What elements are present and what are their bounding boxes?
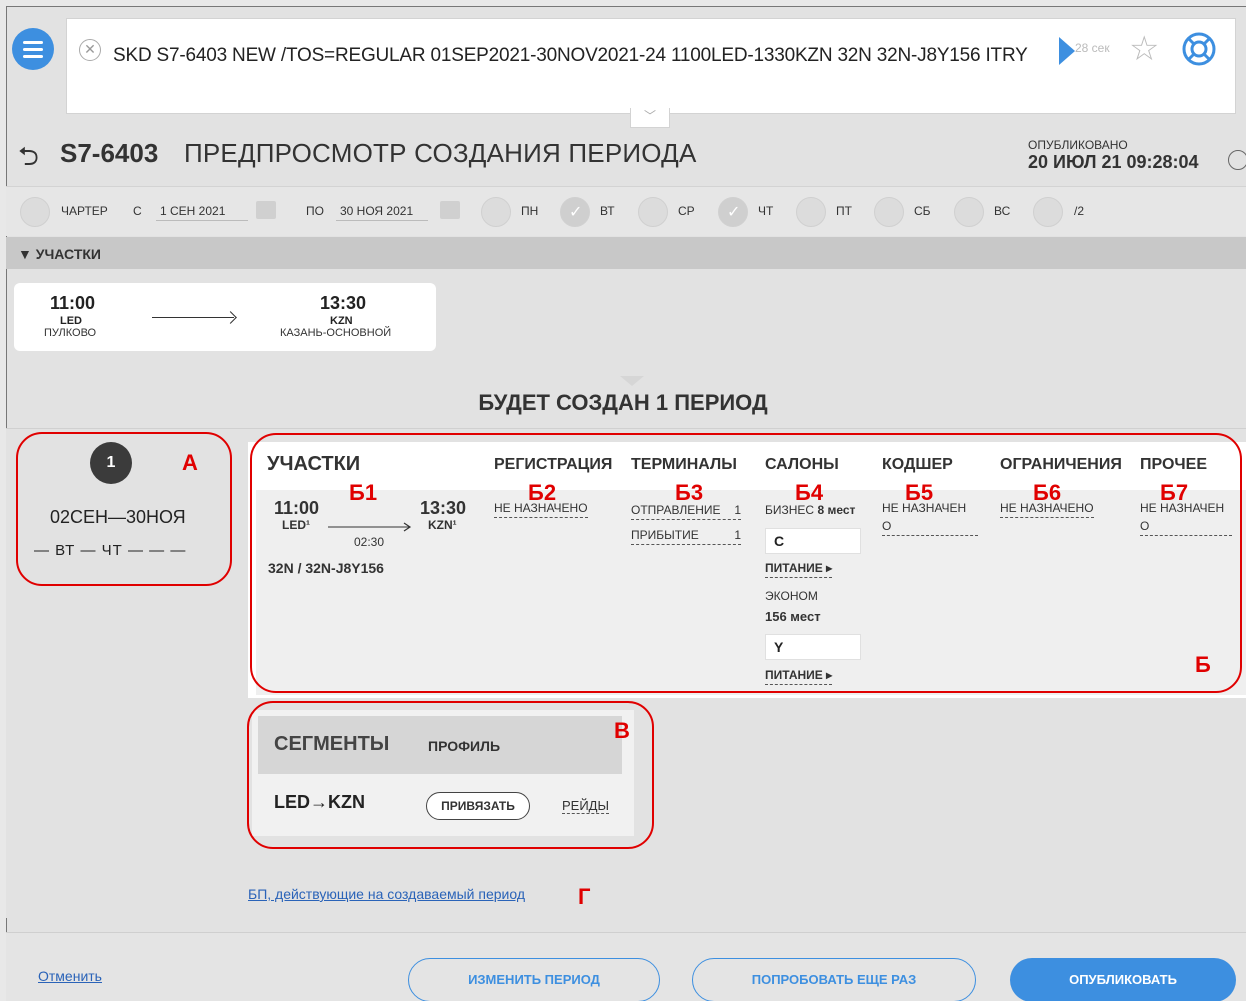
biweekly-label: /2 — [1074, 204, 1085, 218]
bp-link[interactable]: БП, действующие на создаваемый период — [248, 886, 525, 902]
arrow-right-icon — [152, 317, 234, 318]
to-date-field[interactable]: 30 НОЯ 2021 — [336, 204, 428, 221]
annotation-label-v: В — [614, 718, 630, 743]
leg-card[interactable]: 11:00 LED ПУЛКОВО 13:30 KZN КАЗАНЬ-ОСНОВ… — [14, 283, 436, 351]
publish-button[interactable]: ОПУБЛИКОВАТЬ — [1010, 958, 1236, 1001]
annotation-label-b1: Б1 — [349, 480, 378, 505]
period-filters: ЧАРТЕР С 1 СЕН 2021 ПО 30 НОЯ 2021 ПН ВТ… — [6, 186, 1246, 236]
annotation-label-b4: Б4 — [795, 480, 824, 505]
biweekly-checkbox[interactable] — [1033, 197, 1063, 227]
day-label-sun: ВС — [994, 204, 1011, 218]
clear-icon[interactable]: ✕ — [79, 39, 101, 61]
arrival-airport: КАЗАНЬ-ОСНОВНОЙ — [280, 327, 392, 339]
timer-text: 28 сек — [1075, 41, 1110, 55]
will-create-heading: БУДЕТ СОЗДАН 1 ПЕРИОД — [478, 390, 768, 415]
arrival-code: KZN — [330, 315, 353, 327]
menu-button[interactable] — [12, 28, 54, 70]
cancel-link[interactable]: Отменить — [38, 968, 102, 984]
day-checkbox-sun[interactable] — [954, 197, 984, 227]
from-date-field[interactable]: 1 СЕН 2021 — [156, 204, 248, 221]
published-label: ОПУБЛИКОВАНО — [1028, 138, 1128, 152]
annotation-label-b2: Б2 — [528, 480, 557, 505]
history-icon[interactable] — [1228, 150, 1246, 170]
annotation-label-b: Б — [1195, 652, 1211, 677]
day-checkbox-tue[interactable] — [560, 197, 590, 227]
day-checkbox-mon[interactable] — [481, 197, 511, 227]
calendar-icon[interactable] — [256, 201, 276, 219]
lifebuoy-icon[interactable] — [1181, 31, 1217, 67]
day-label-sat: СБ — [914, 204, 931, 218]
annotation-label-b3: Б3 — [675, 480, 704, 505]
from-label: С — [133, 204, 142, 218]
command-input[interactable]: SKD S7-6403 NEW /TOS=REGULAR 01SEP2021-3… — [113, 37, 1063, 75]
to-label: ПО — [306, 204, 324, 218]
charter-label: ЧАРТЕР — [61, 204, 108, 218]
flight-number: S7-6403 — [60, 138, 159, 168]
annotation-label-b7: Б7 — [1160, 480, 1189, 505]
annotation-label-b5: Б5 — [905, 480, 934, 505]
departure-airport: ПУЛКОВО — [44, 327, 97, 339]
calendar-icon[interactable] — [440, 201, 460, 219]
day-checkbox-wed[interactable] — [638, 197, 668, 227]
annotation-box-b — [250, 433, 1242, 693]
star-icon[interactable]: ☆ — [1129, 29, 1159, 69]
day-label-thu: ЧТ — [758, 204, 774, 218]
annotation-label-b6: Б6 — [1033, 480, 1062, 505]
annotation-label-a: А — [182, 450, 198, 475]
day-label-mon: ПН — [521, 204, 539, 218]
day-label-fri: ПТ — [836, 204, 852, 218]
command-bar: ✕ SKD S7-6403 NEW /TOS=REGULAR 01SEP2021… — [66, 18, 1236, 114]
day-label-wed: СР — [678, 204, 695, 218]
day-checkbox-thu[interactable] — [718, 197, 748, 227]
legs-section-toggle[interactable]: ▼ УЧАСТКИ — [6, 237, 1246, 269]
day-label-tue: ВТ — [600, 204, 615, 218]
annotation-label-g: Г — [578, 884, 591, 909]
chevron-down-icon[interactable]: ﹀ — [630, 108, 670, 128]
back-icon[interactable]: ⮌ — [18, 138, 39, 182]
departure-code: LED — [60, 315, 82, 327]
annotation-box-a — [16, 432, 232, 586]
page-title: ПРЕДПРОСМОТР СОЗДАНИЯ ПЕРИОДА — [184, 138, 697, 168]
arrival-time: 13:30 — [320, 293, 367, 313]
day-checkbox-sat[interactable] — [874, 197, 904, 227]
pointer-notch — [620, 376, 644, 386]
retry-button[interactable]: ПОПРОБОВАТЬ ЕЩЕ РАЗ — [692, 958, 976, 1001]
published-value: 20 ИЮЛ 21 09:28:04 — [1028, 152, 1199, 172]
annotation-box-v — [247, 701, 654, 849]
run-icon[interactable] — [1059, 37, 1075, 65]
departure-time: 11:00 — [50, 293, 96, 313]
day-checkbox-fri[interactable] — [796, 197, 826, 227]
charter-checkbox[interactable] — [20, 197, 50, 227]
change-period-button[interactable]: ИЗМЕНИТЬ ПЕРИОД — [408, 958, 660, 1001]
